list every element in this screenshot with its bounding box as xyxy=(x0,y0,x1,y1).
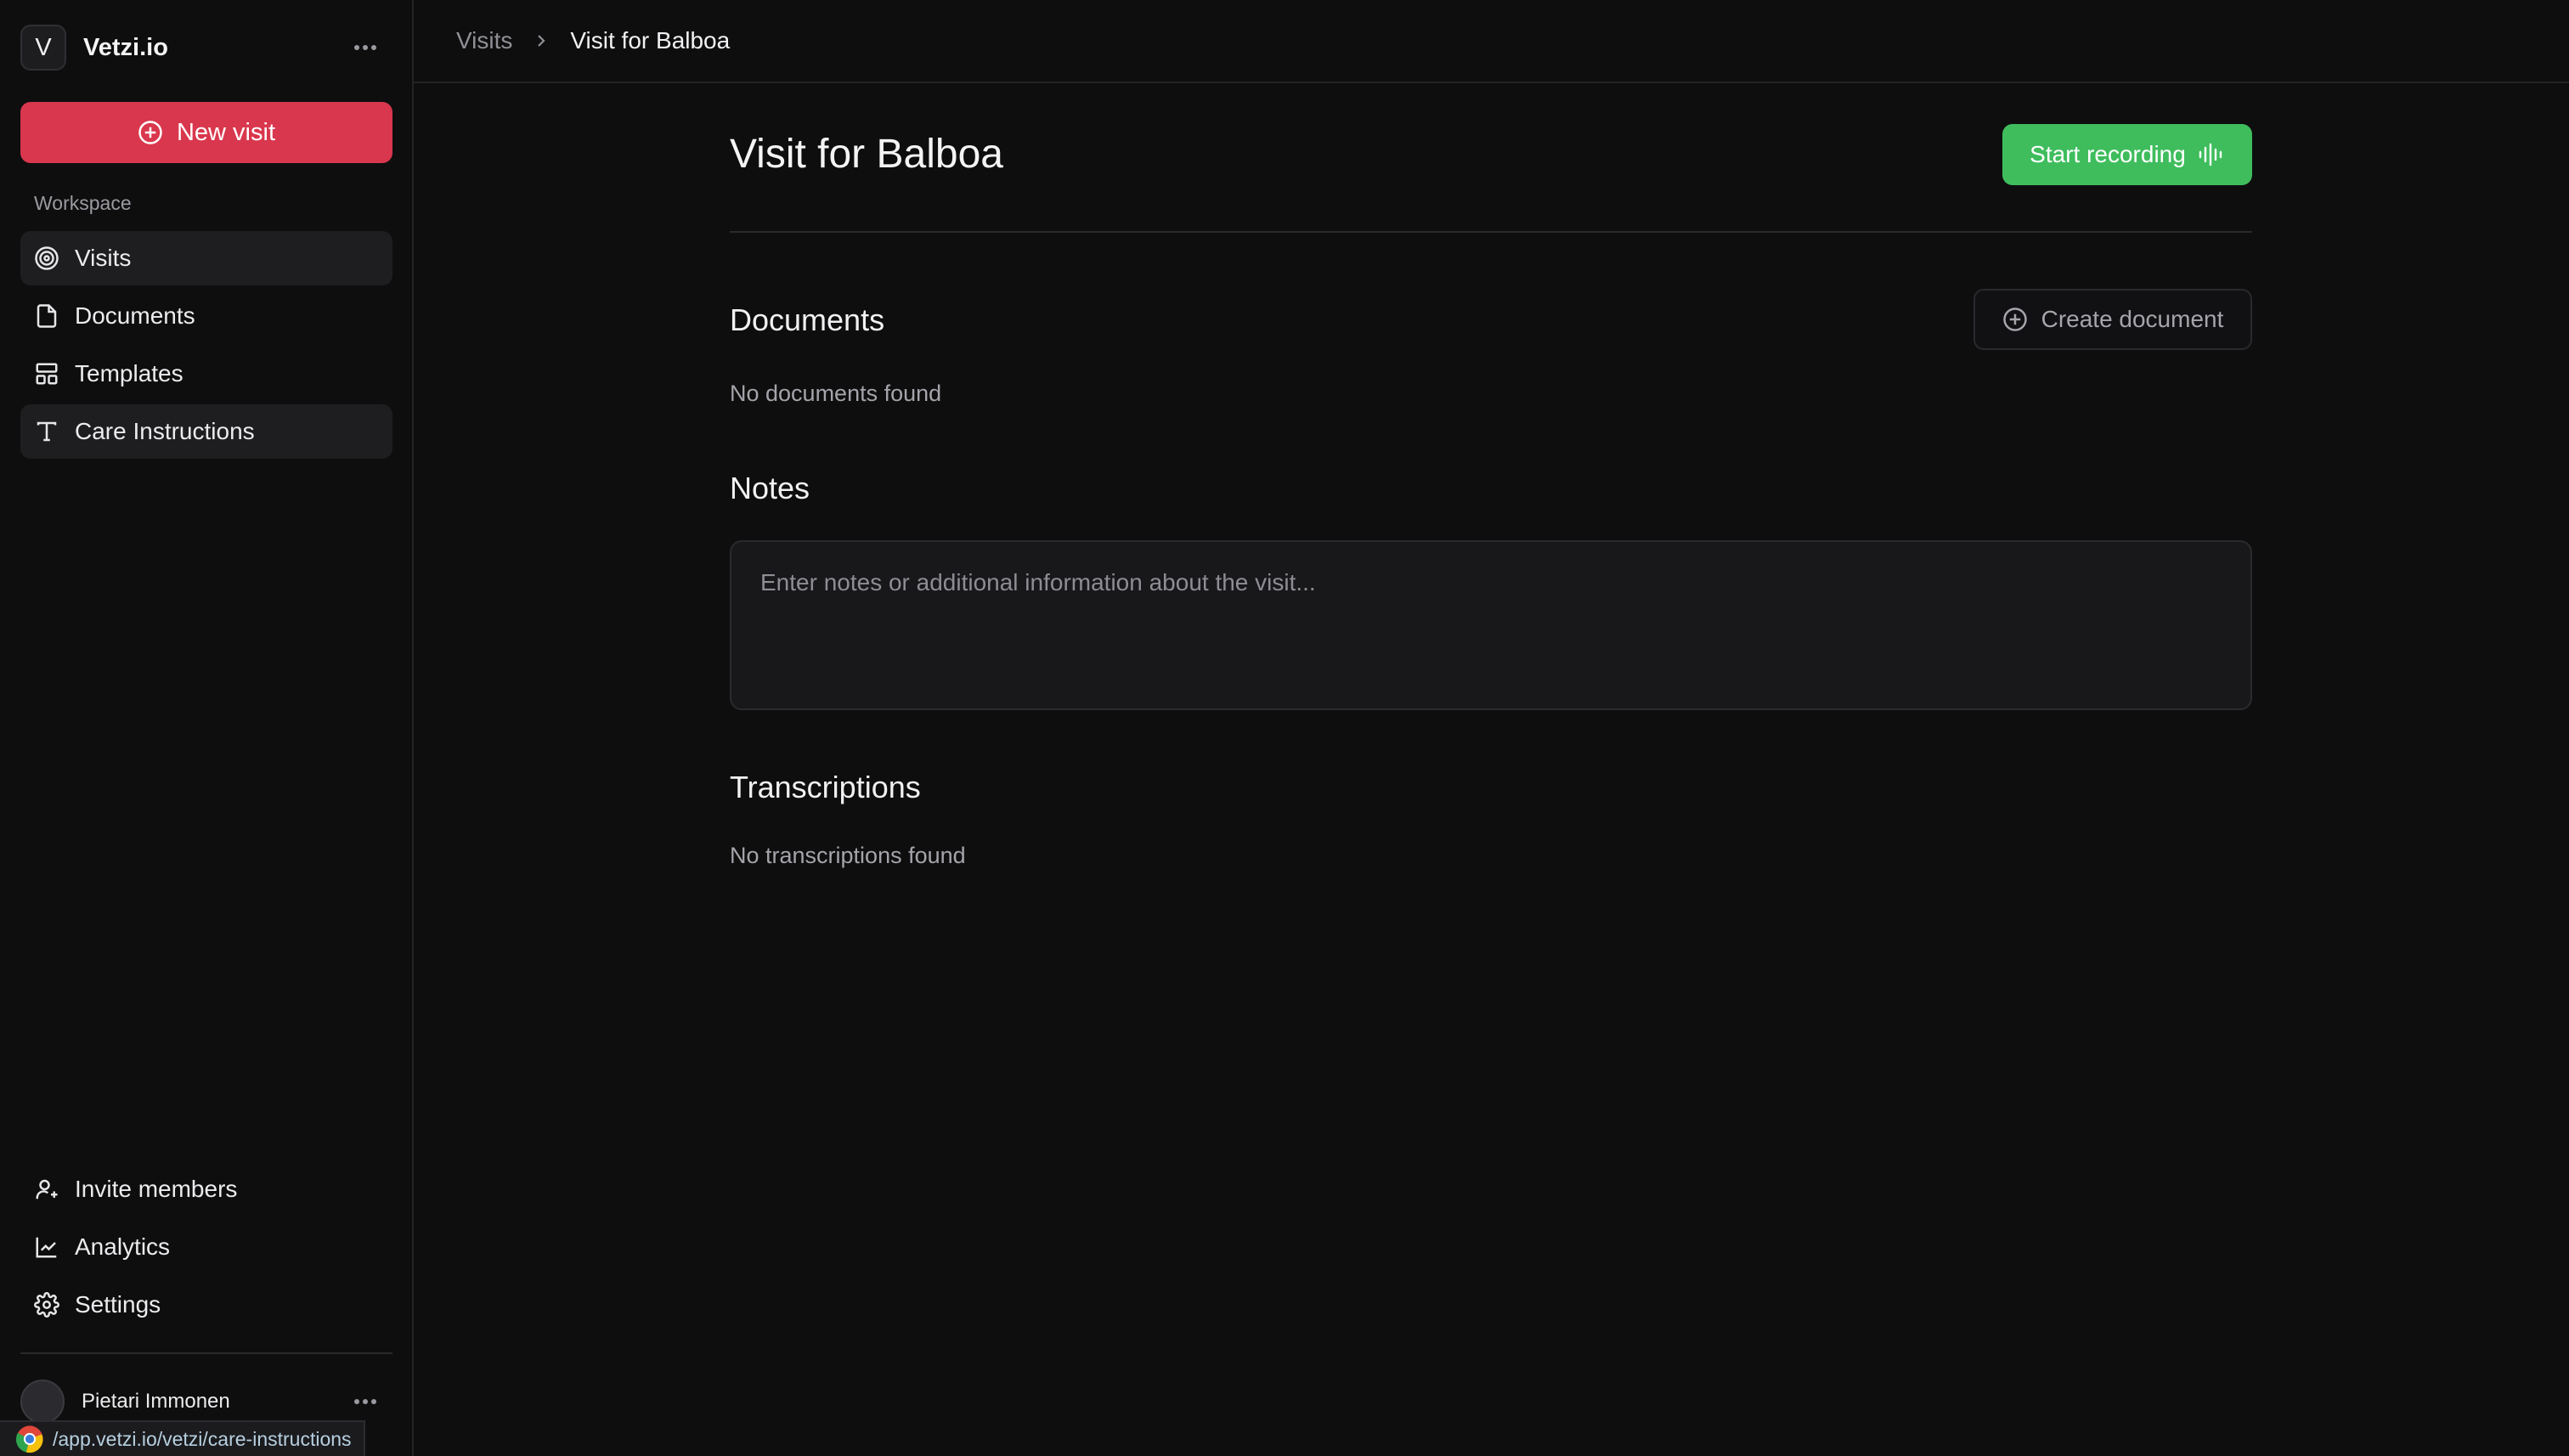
workspace-more-icon[interactable] xyxy=(348,31,382,65)
chevron-right-icon xyxy=(534,32,548,49)
sidebar-item-settings[interactable]: Settings xyxy=(20,1278,392,1332)
layout-icon xyxy=(36,363,58,385)
start-recording-label: Start recording xyxy=(2030,141,2186,167)
sidebar-item-label: Templates xyxy=(75,360,184,387)
sidebar-item-label: Documents xyxy=(75,302,195,329)
sidebar-item-care-instructions[interactable]: Care Instructions xyxy=(20,404,392,459)
user-name: Pietari Immonen xyxy=(82,1390,230,1413)
sidebar-divider xyxy=(20,1352,392,1354)
sidebar-item-visits[interactable]: Visits xyxy=(20,231,392,285)
page-title: Visit for Balboa xyxy=(730,132,1003,177)
sidebar-item-documents[interactable]: Documents xyxy=(20,289,392,343)
text-icon xyxy=(37,421,57,442)
documents-heading: Documents xyxy=(730,302,885,337)
sidebar-item-label: Invite members xyxy=(75,1176,238,1202)
waveform-icon xyxy=(2199,143,2222,166)
documents-empty-state: No documents found xyxy=(730,381,942,406)
sidebar-item-analytics[interactable]: Analytics xyxy=(20,1220,392,1274)
workspace-switcher[interactable]: V Vetzi.io xyxy=(20,24,394,71)
target-icon xyxy=(35,246,59,270)
new-visit-button[interactable]: New visit xyxy=(20,102,392,163)
transcriptions-heading: Transcriptions xyxy=(730,770,921,804)
app-window: V Vetzi.io New visit Workspace Visits Do… xyxy=(0,0,2569,1456)
start-recording-button[interactable]: Start recording xyxy=(2002,124,2252,185)
workspace-logo: V xyxy=(20,25,66,71)
sidebar-item-label: Care Instructions xyxy=(75,418,255,444)
breadcrumb-current: Visit for Balboa xyxy=(570,27,731,54)
status-bar-url: /app.vetzi.io/vetzi/care-instructions xyxy=(0,1420,365,1456)
title-row: Visit for Balboa Start recording xyxy=(730,124,2252,189)
sidebar-item-templates[interactable]: Templates xyxy=(20,347,392,401)
create-document-button[interactable]: Create document xyxy=(1973,289,2252,350)
user-menu[interactable]: Pietari Immonen xyxy=(20,1378,394,1425)
sidebar-item-label: Analytics xyxy=(75,1233,171,1260)
sidebar-item-invite-members[interactable]: Invite members xyxy=(20,1162,392,1216)
workspace-name: Vetzi.io xyxy=(83,33,168,61)
title-divider xyxy=(730,231,2252,233)
browser-icon xyxy=(15,1425,43,1453)
new-visit-label: New visit xyxy=(176,118,275,146)
plus-circle-icon xyxy=(138,121,162,144)
sidebar-item-label: Settings xyxy=(75,1291,161,1318)
sidebar-item-label: Visits xyxy=(75,245,132,271)
file-icon xyxy=(37,304,57,328)
line-chart-icon xyxy=(36,1237,57,1258)
notes-input[interactable] xyxy=(730,540,2252,710)
user-more-icon[interactable] xyxy=(348,1385,382,1419)
transcriptions-empty-state: No transcriptions found xyxy=(730,843,966,868)
workspace-section-label: Workspace xyxy=(34,192,132,214)
plus-circle-icon xyxy=(2002,308,2027,331)
notes-heading: Notes xyxy=(730,471,810,505)
main-content: Visits Visit for Balboa Visit for Balboa… xyxy=(414,0,2569,1456)
sidebar: V Vetzi.io New visit Workspace Visits Do… xyxy=(0,0,414,1456)
user-plus-icon xyxy=(36,1179,58,1199)
breadcrumb: Visits Visit for Balboa xyxy=(414,0,2569,83)
gear-icon xyxy=(34,1292,59,1318)
create-document-label: Create document xyxy=(2041,306,2224,332)
status-url-text: /app.vetzi.io/vetzi/care-instructions xyxy=(53,1427,352,1450)
breadcrumb-visits-link[interactable]: Visits xyxy=(456,27,512,54)
avatar xyxy=(20,1380,65,1424)
